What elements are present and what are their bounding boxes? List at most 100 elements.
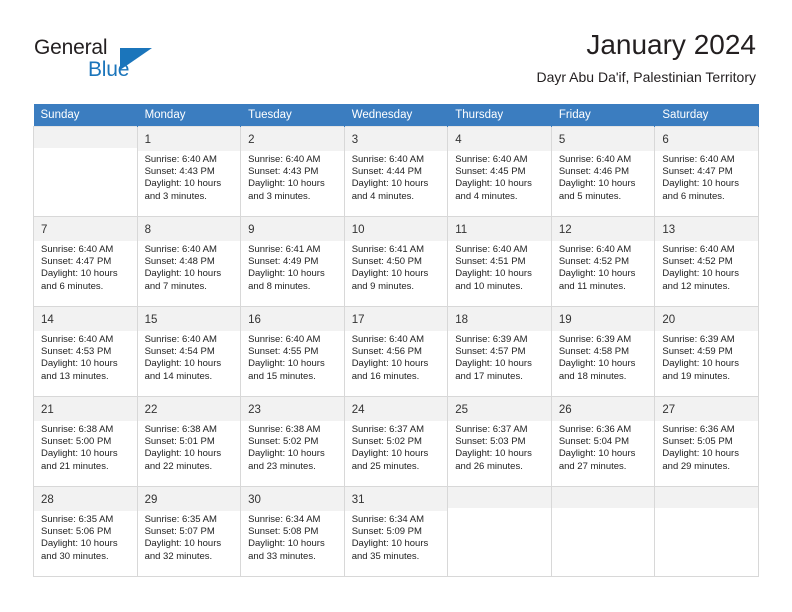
calendar-day-cell[interactable]: 28 Sunrise: 6:35 AM Sunset: 5:06 PM Dayligh… [33, 486, 138, 577]
day-number: 24 [351, 404, 365, 416]
day-detail-line: Sunset: 4:54 PM [144, 346, 215, 358]
day-detail-line: Daylight: 10 hours [662, 358, 739, 370]
day-number: 11 [455, 224, 468, 236]
day-number-strip: 26 [551, 397, 655, 421]
calendar-day-cell[interactable]: 27 Sunrise: 6:36 AM Sunset: 5:05 PM Dayligh… [654, 396, 759, 487]
calendar-page: General Blue January 2024 Dayr Abu Da'if… [0, 0, 792, 612]
weekday-header-wednesday: Wednesday [344, 104, 449, 127]
day-number: 8 [144, 224, 151, 236]
day-detail-line: and 26 minutes. [455, 460, 523, 472]
day-details: Sunrise: 6:40 AM Sunset: 4:47 PM Daylight:… [34, 241, 137, 293]
calendar-week-row: 1 Sunrise: 6:40 AM Sunset: 4:43 PM Daylight… [33, 126, 759, 217]
calendar-table: Sunday Monday Tuesday Wednesday Thursday Frid… [33, 104, 759, 577]
day-detail-line: Sunrise: 6:40 AM [144, 154, 217, 165]
day-detail-line: Sunset: 4:59 PM [662, 346, 733, 358]
day-detail-line: Sunset: 5:07 PM [144, 526, 215, 538]
calendar-day-cell[interactable]: 6 Sunrise: 6:40 AM Sunset: 4:47 PM Daylight… [654, 126, 759, 217]
day-detail-line: Sunset: 5:06 PM [41, 526, 112, 538]
weekday-header-tuesday: Tuesday [240, 104, 345, 127]
day-detail-line: Sunrise: 6:41 AM [351, 244, 425, 255]
day-number-strip: 22 [137, 397, 241, 421]
calendar-day-cell[interactable]: 30 Sunrise: 6:34 AM Sunset: 5:08 PM Dayligh… [240, 486, 345, 577]
calendar-day-cell[interactable]: 5 Sunrise: 6:40 AM Sunset: 4:46 PM Daylight… [550, 126, 656, 217]
calendar-day-cell-empty [654, 486, 759, 577]
general-blue-logo[interactable]: General Blue [34, 36, 174, 86]
day-details: Sunrise: 6:41 AM Sunset: 4:49 PM Daylight:… [241, 241, 344, 293]
day-details: Sunrise: 6:38 AM Sunset: 5:02 PM Daylight:… [241, 421, 344, 473]
calendar-day-cell[interactable]: 26 Sunrise: 6:36 AM Sunset: 5:04 PM Dayligh… [550, 396, 656, 487]
calendar-day-cell[interactable]: 4 Sunrise: 6:40 AM Sunset: 4:45 PM Daylight… [447, 126, 552, 217]
day-detail-line: Sunrise: 6:38 AM [41, 424, 114, 435]
day-number-strip: 2 [241, 127, 344, 151]
calendar-day-cell[interactable]: 22 Sunrise: 6:38 AM Sunset: 5:01 PM Dayligh… [136, 396, 242, 487]
calendar-day-cell[interactable]: 18 Sunrise: 6:39 AM Sunset: 4:57 PM Dayligh… [447, 306, 552, 397]
calendar-day-cell[interactable]: 25 Sunrise: 6:37 AM Sunset: 5:03 PM Dayligh… [447, 396, 552, 487]
day-detail-line: and 29 minutes. [662, 460, 730, 472]
day-detail-line: Sunrise: 6:40 AM [351, 334, 425, 345]
day-detail-line: Sunset: 4:45 PM [455, 166, 526, 178]
day-details: Sunrise: 6:40 AM Sunset: 4:45 PM Daylight:… [448, 151, 551, 203]
calendar-day-cell[interactable]: 16 Sunrise: 6:40 AM Sunset: 4:55 PM Dayligh… [240, 306, 345, 397]
day-detail-line: Sunset: 4:49 PM [248, 256, 319, 268]
day-detail-line: Sunrise: 6:40 AM [455, 154, 528, 165]
page-title: January 2024 [586, 29, 756, 60]
calendar-day-cell[interactable]: 13 Sunrise: 6:40 AM Sunset: 4:52 PM Dayligh… [654, 216, 759, 307]
day-number-strip: 8 [137, 217, 241, 241]
day-number-strip: 1 [137, 127, 241, 151]
calendar-day-cell[interactable]: 9 Sunrise: 6:41 AM Sunset: 4:49 PM Daylight… [240, 216, 345, 307]
calendar-day-cell-empty [550, 486, 656, 577]
day-number-strip: 6 [655, 127, 758, 151]
day-number-strip: 5 [551, 127, 655, 151]
calendar-day-cell[interactable]: 8 Sunrise: 6:40 AM Sunset: 4:48 PM Daylight… [136, 216, 242, 307]
day-number: 6 [662, 134, 669, 146]
day-details: Sunrise: 6:40 AM Sunset: 4:44 PM Daylight:… [345, 151, 448, 203]
day-detail-line: and 12 minutes. [662, 280, 730, 292]
calendar-day-cell[interactable]: 11 Sunrise: 6:40 AM Sunset: 4:51 PM Dayligh… [447, 216, 552, 307]
calendar-day-cell-empty [447, 486, 552, 577]
calendar-day-cell[interactable]: 1 Sunrise: 6:40 AM Sunset: 4:43 PM Daylight… [136, 126, 242, 217]
day-detail-line: and 27 minutes. [558, 460, 627, 472]
day-detail-line: Sunset: 4:44 PM [351, 166, 422, 178]
day-number: 31 [351, 494, 365, 506]
weekday-header-thursday: Thursday [447, 104, 552, 127]
day-number: 1 [144, 134, 151, 146]
calendar-day-cell[interactable]: 12 Sunrise: 6:40 AM Sunset: 4:52 PM Dayligh… [550, 216, 656, 307]
day-detail-line: Sunset: 5:05 PM [662, 436, 733, 448]
day-detail-line: Sunset: 4:43 PM [144, 166, 215, 178]
calendar-day-cell[interactable]: 21 Sunrise: 6:38 AM Sunset: 5:00 PM Dayligh… [33, 396, 138, 487]
day-detail-line: Sunset: 4:51 PM [455, 256, 526, 268]
calendar-day-cell[interactable]: 20 Sunrise: 6:39 AM Sunset: 4:59 PM Dayligh… [654, 306, 759, 397]
calendar-day-cell[interactable]: 14 Sunrise: 6:40 AM Sunset: 4:53 PM Dayligh… [33, 306, 138, 397]
day-detail-line: and 23 minutes. [248, 460, 316, 472]
day-number: 20 [662, 314, 676, 326]
day-number-strip: 9 [241, 217, 344, 241]
day-detail-line: Sunrise: 6:36 AM [558, 424, 632, 435]
calendar-day-cell[interactable]: 15 Sunrise: 6:40 AM Sunset: 4:54 PM Dayligh… [136, 306, 242, 397]
calendar-day-cell[interactable]: 10 Sunrise: 6:41 AM Sunset: 4:50 PM Dayligh… [343, 216, 449, 307]
day-detail-line: Daylight: 10 hours [41, 358, 118, 370]
day-number: 26 [558, 404, 572, 416]
calendar-day-cell[interactable]: 31 Sunrise: 6:34 AM Sunset: 5:09 PM Dayligh… [343, 486, 449, 577]
calendar-day-cell[interactable]: 17 Sunrise: 6:40 AM Sunset: 4:56 PM Dayligh… [343, 306, 449, 397]
day-details: Sunrise: 6:36 AM Sunset: 5:04 PM Daylight:… [552, 421, 655, 473]
day-number-strip: 18 [448, 307, 551, 331]
day-detail-line: Sunset: 4:46 PM [558, 166, 630, 178]
day-number-strip: 30 [241, 487, 344, 511]
calendar-day-cell[interactable]: 24 Sunrise: 6:37 AM Sunset: 5:02 PM Dayligh… [343, 396, 449, 487]
day-details: Sunrise: 6:39 AM Sunset: 4:58 PM Daylight:… [552, 331, 655, 383]
calendar-day-cell[interactable]: 29 Sunrise: 6:35 AM Sunset: 5:07 PM Dayligh… [136, 486, 242, 577]
calendar-day-cell[interactable]: 7 Sunrise: 6:40 AM Sunset: 4:47 PM Daylight… [33, 216, 138, 307]
calendar-day-cell[interactable]: 23 Sunrise: 6:38 AM Sunset: 5:02 PM Dayligh… [240, 396, 345, 487]
day-detail-line: Daylight: 10 hours [41, 268, 118, 280]
page-header: General Blue January 2024 Dayr Abu Da'if… [0, 0, 792, 103]
day-number-strip [34, 127, 137, 148]
calendar-day-cell[interactable]: 19 Sunrise: 6:39 AM Sunset: 4:58 PM Dayligh… [550, 306, 656, 397]
weekday-header-monday: Monday [137, 104, 242, 127]
day-number: 14 [41, 314, 54, 326]
calendar-day-cell[interactable]: 2 Sunrise: 6:40 AM Sunset: 4:43 PM Daylight… [240, 126, 345, 217]
calendar-day-cell[interactable]: 3 Sunrise: 6:40 AM Sunset: 4:44 PM Daylight… [343, 126, 449, 217]
day-detail-line: Sunrise: 6:40 AM [41, 334, 114, 345]
day-detail-line: Sunrise: 6:40 AM [248, 154, 321, 165]
day-details: Sunrise: 6:40 AM Sunset: 4:56 PM Daylight:… [345, 331, 448, 383]
day-detail-line: Sunset: 5:08 PM [248, 526, 319, 538]
